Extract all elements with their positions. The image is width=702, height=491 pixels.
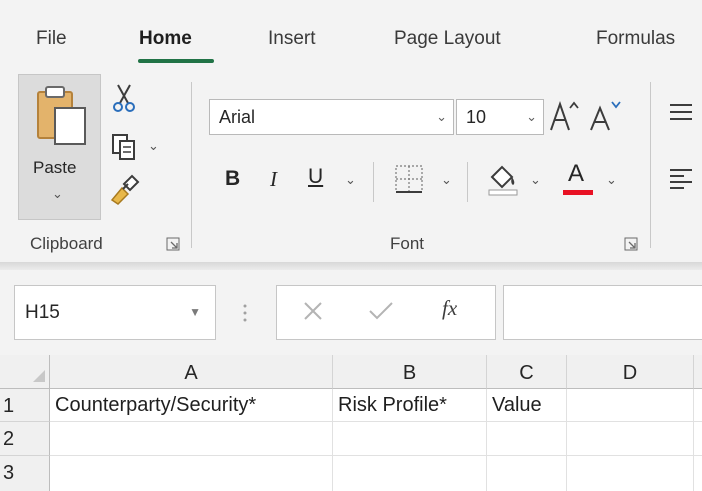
- cut-icon[interactable]: [112, 83, 136, 113]
- name-box-value: H15: [25, 302, 60, 323]
- column-header-b[interactable]: B: [333, 355, 487, 389]
- row-header-2[interactable]: 2: [0, 422, 50, 456]
- underline-button[interactable]: U: [308, 165, 323, 189]
- clipboard-icon: [37, 86, 86, 145]
- italic-button[interactable]: I: [270, 167, 277, 192]
- fill-color-chevron-down-icon[interactable]: ⌄: [530, 172, 541, 188]
- font-size-value: 10: [466, 107, 487, 127]
- font-color-chevron-down-icon[interactable]: ⌄: [606, 172, 617, 188]
- font-group-label: Font: [390, 234, 425, 253]
- cell-b1[interactable]: Risk Profile*: [333, 389, 487, 422]
- formula-bar-resize-handle-icon[interactable]: [240, 300, 250, 326]
- row-header-3[interactable]: 3: [0, 456, 50, 491]
- cell-c2[interactable]: [487, 422, 567, 456]
- paste-chevron-down-icon[interactable]: ⌄: [52, 186, 63, 202]
- paste-label: Paste: [33, 158, 77, 177]
- cell-e3[interactable]: [694, 456, 702, 491]
- clipboard-group-label: Clipboard: [30, 234, 103, 253]
- cell-c3[interactable]: [487, 456, 567, 491]
- tab-formulas[interactable]: Formulas: [596, 28, 675, 50]
- column-header-c[interactable]: C: [487, 355, 567, 389]
- column-header-e-partial[interactable]: [694, 355, 702, 389]
- ribbon: [0, 66, 702, 264]
- ribbon-separator-2: [650, 82, 651, 248]
- cancel-icon[interactable]: [302, 300, 324, 322]
- align-left-icon[interactable]: [668, 166, 694, 192]
- tab-page-layout[interactable]: Page Layout: [394, 28, 501, 50]
- column-header-d[interactable]: D: [567, 355, 694, 389]
- font-name-dropdown[interactable]: Arial ⌄: [209, 99, 454, 135]
- underline-chevron-down-icon[interactable]: ⌄: [345, 172, 356, 188]
- tab-insert[interactable]: Insert: [268, 28, 316, 50]
- cell-e1[interactable]: [694, 389, 702, 422]
- copy-icon[interactable]: [110, 132, 140, 162]
- font-size-chevron-down-icon: ⌄: [526, 109, 537, 124]
- format-separator-2: [467, 162, 468, 202]
- format-painter-icon[interactable]: [108, 174, 140, 206]
- fill-color-icon[interactable]: [486, 161, 520, 197]
- font-name-chevron-down-icon: ⌄: [436, 109, 447, 124]
- insert-function-icon[interactable]: fx: [442, 296, 457, 321]
- ribbon-separator: [191, 82, 192, 248]
- borders-icon[interactable]: [393, 163, 425, 195]
- cell-a3[interactable]: [50, 456, 333, 491]
- row-header-1[interactable]: 1: [0, 389, 50, 422]
- font-dialog-launcher-icon[interactable]: [624, 237, 638, 251]
- tab-home[interactable]: Home: [139, 28, 192, 50]
- decrease-font-size-icon[interactable]: [588, 98, 624, 134]
- tab-file[interactable]: File: [36, 28, 67, 50]
- ribbon-shadow: [0, 262, 702, 270]
- column-header-a[interactable]: A: [50, 355, 333, 389]
- clipboard-dialog-launcher-icon[interactable]: [166, 237, 180, 251]
- select-all-triangle-icon: [33, 370, 45, 382]
- cell-b3[interactable]: [333, 456, 487, 491]
- font-size-dropdown[interactable]: 10 ⌄: [456, 99, 544, 135]
- name-box[interactable]: H15 ▼: [14, 285, 216, 340]
- bold-button[interactable]: B: [225, 167, 240, 191]
- font-name-value: Arial: [219, 107, 256, 127]
- cell-d3[interactable]: [567, 456, 694, 491]
- borders-chevron-down-icon[interactable]: ⌄: [441, 172, 452, 188]
- cell-d1[interactable]: [567, 389, 694, 422]
- format-separator: [373, 162, 374, 202]
- cell-e2[interactable]: [694, 422, 702, 456]
- increase-font-size-icon[interactable]: [548, 98, 582, 134]
- cell-a2[interactable]: [50, 422, 333, 456]
- cell-b2[interactable]: [333, 422, 487, 456]
- font-color-bar: [563, 190, 593, 195]
- cell-d2[interactable]: [567, 422, 694, 456]
- select-all-corner[interactable]: [0, 355, 50, 389]
- active-tab-indicator: [138, 59, 214, 63]
- name-box-chevron-down-icon[interactable]: ▼: [189, 286, 201, 339]
- copy-chevron-down-icon[interactable]: ⌄: [148, 138, 159, 154]
- font-color-button[interactable]: A: [568, 160, 584, 188]
- cell-a1[interactable]: Counterparty/Security*: [50, 389, 333, 422]
- enter-check-icon[interactable]: [368, 300, 394, 322]
- formula-input[interactable]: [503, 285, 702, 340]
- cell-c1[interactable]: Value: [487, 389, 567, 422]
- top-align-icon[interactable]: [668, 100, 694, 124]
